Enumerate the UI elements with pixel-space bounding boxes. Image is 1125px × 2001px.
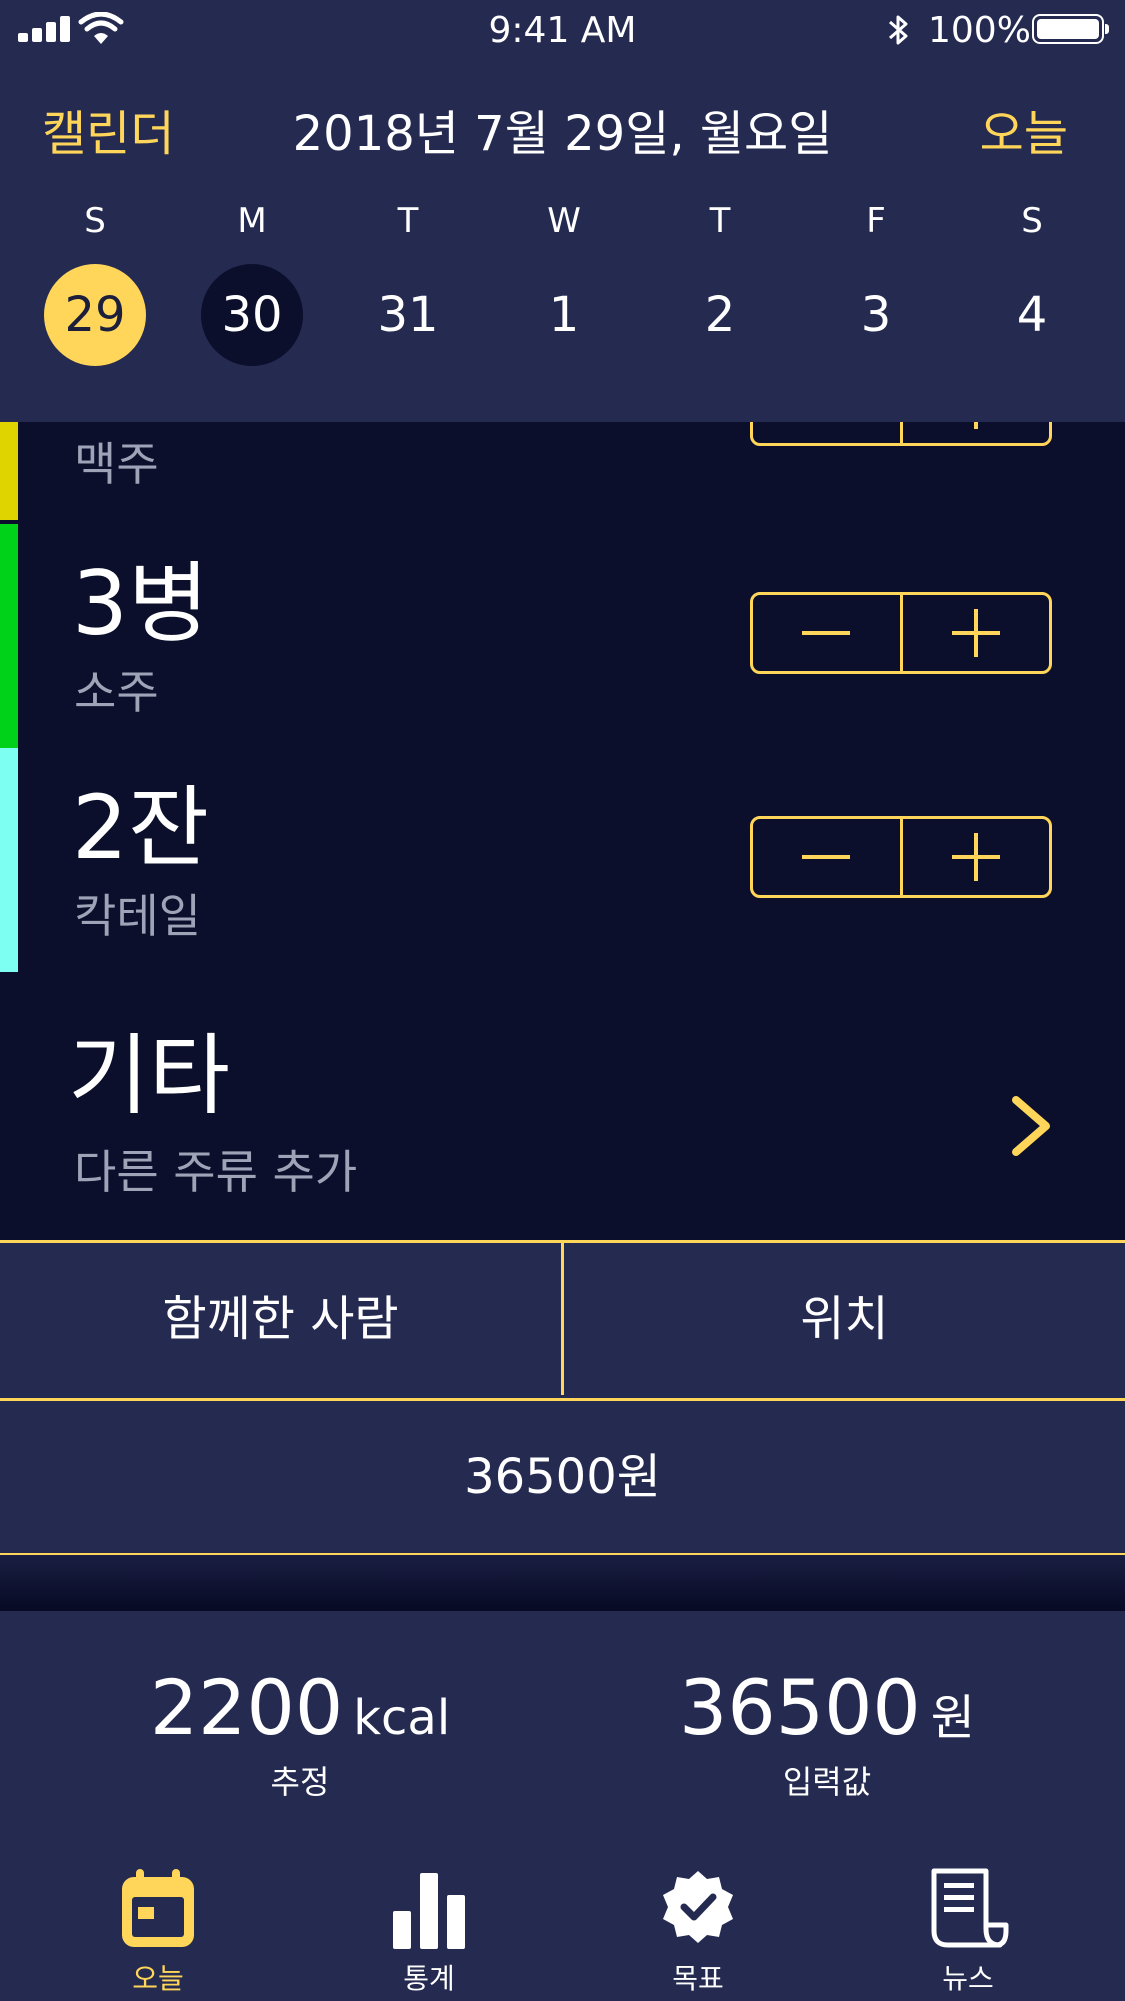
day-number[interactable]: 1 bbox=[513, 264, 615, 366]
cost-unit: 원 bbox=[930, 1690, 975, 1746]
kcal-caption: 추정 bbox=[270, 1763, 330, 1801]
minus-icon bbox=[802, 833, 851, 881]
quantity-stepper bbox=[750, 816, 1052, 898]
decrement-button[interactable] bbox=[753, 595, 900, 671]
drink-color-bar bbox=[0, 748, 18, 972]
quantity-stepper bbox=[750, 592, 1052, 674]
action-panel: 함께한 사람 위치 36500원 bbox=[0, 1240, 1125, 1556]
tab-label: 오늘 bbox=[132, 1962, 184, 1995]
header: 9:41 AM 100% 캘린더 2018년 7월 29일, 월요일 오늘 S … bbox=[0, 0, 1125, 422]
day-number-today[interactable]: 29 bbox=[44, 264, 146, 366]
page-title: 2018년 7월 29일, 월요일 bbox=[292, 106, 833, 162]
increment-button[interactable] bbox=[899, 819, 1050, 895]
week-day-1[interactable]: M 30 bbox=[197, 196, 307, 366]
drink-list: 1병 맥주 3병 소주 2잔 칵테일 기타 bbox=[0, 422, 1125, 1240]
day-number-selected[interactable]: 30 bbox=[201, 264, 303, 366]
drink-row-soju: 3병 소주 bbox=[0, 524, 1125, 748]
drink-row-cocktail: 2잔 칵테일 bbox=[0, 748, 1125, 972]
week-day-0[interactable]: S 29 bbox=[40, 196, 150, 366]
other-title: 기타 bbox=[68, 1024, 230, 1127]
chevron-right-icon bbox=[1012, 1096, 1050, 1156]
quantity-stepper bbox=[750, 422, 1052, 446]
week-day-3[interactable]: W 1 bbox=[509, 196, 619, 366]
drink-quantity: 1병 bbox=[72, 422, 209, 426]
bluetooth-icon bbox=[889, 15, 908, 45]
plus-icon bbox=[952, 422, 1000, 429]
badge-check-icon bbox=[663, 1871, 733, 1943]
tab-label: 목표 bbox=[672, 1962, 724, 1995]
plus-icon bbox=[951, 609, 1000, 657]
week-day-5[interactable]: F 3 bbox=[821, 196, 931, 366]
drink-name: 소주 bbox=[74, 665, 159, 719]
companions-button[interactable]: 함께한 사람 bbox=[0, 1243, 564, 1395]
battery-icon bbox=[1032, 14, 1109, 44]
drink-row-beer: 1병 맥주 bbox=[0, 422, 1125, 520]
bar-chart-icon bbox=[393, 1873, 465, 1949]
nav-bar: 캘린더 2018년 7월 29일, 월요일 오늘 bbox=[0, 90, 1125, 162]
newspaper-icon bbox=[931, 1868, 1009, 1948]
drink-name: 칵테일 bbox=[74, 889, 201, 943]
decrement-button[interactable] bbox=[753, 422, 900, 443]
divider bbox=[0, 1555, 1125, 1611]
today-button[interactable]: 오늘 bbox=[980, 94, 1068, 164]
drink-quantity: 2잔 bbox=[72, 776, 209, 879]
drink-name: 맥주 bbox=[74, 437, 159, 491]
location-button[interactable]: 위치 bbox=[564, 1243, 1125, 1395]
weekday-label: W bbox=[547, 201, 581, 241]
tab-goals[interactable]: 목표 bbox=[598, 1867, 798, 1997]
calendar-icon bbox=[122, 1869, 194, 1947]
increment-button[interactable] bbox=[899, 595, 1050, 671]
week-day-4[interactable]: T 2 bbox=[665, 196, 775, 366]
price-button[interactable]: 36500원 bbox=[0, 1398, 1125, 1556]
day-number[interactable]: 31 bbox=[357, 264, 459, 366]
drink-color-bar bbox=[0, 422, 18, 520]
tab-news[interactable]: 뉴스 bbox=[868, 1867, 1068, 1997]
decrement-button[interactable] bbox=[753, 819, 900, 895]
day-number[interactable]: 4 bbox=[981, 264, 1083, 366]
kcal-stat: 2200 kcal 추정 bbox=[40, 1663, 560, 1803]
day-number[interactable]: 2 bbox=[669, 264, 771, 366]
cost-stat: 36500 원 입력값 bbox=[567, 1663, 1087, 1803]
cost-caption: 입력값 bbox=[782, 1763, 872, 1801]
tab-stats[interactable]: 통계 bbox=[329, 1867, 529, 1997]
weekday-label: T bbox=[397, 201, 419, 241]
kcal-value: 2200 bbox=[149, 1663, 344, 1752]
tab-label: 뉴스 bbox=[942, 1962, 994, 1995]
status-bar: 9:41 AM 100% bbox=[0, 0, 1125, 60]
tab-today[interactable]: 오늘 bbox=[58, 1867, 258, 1997]
weekday-label: M bbox=[237, 201, 267, 241]
weekday-label: S bbox=[1021, 201, 1043, 241]
day-number[interactable]: 3 bbox=[825, 264, 927, 366]
weekday-label: S bbox=[84, 201, 106, 241]
minus-icon bbox=[802, 609, 851, 657]
week-day-2[interactable]: T 31 bbox=[353, 196, 463, 366]
tab-label: 통계 bbox=[403, 1962, 455, 1995]
weekday-label: T bbox=[709, 201, 731, 241]
drink-quantity: 3병 bbox=[72, 552, 209, 655]
add-other-drink-row[interactable]: 기타 다른 주류 추가 bbox=[0, 998, 1125, 1236]
drink-color-bar bbox=[0, 524, 18, 748]
week-day-6[interactable]: S 4 bbox=[977, 196, 1087, 366]
increment-button[interactable] bbox=[899, 422, 1050, 443]
plus-icon bbox=[951, 833, 1000, 881]
kcal-unit: kcal bbox=[353, 1690, 451, 1746]
screen: 9:41 AM 100% 캘린더 2018년 7월 29일, 월요일 오늘 S … bbox=[0, 0, 1125, 2001]
battery-percent: 100% bbox=[928, 10, 1031, 51]
cost-value: 36500 bbox=[679, 1663, 921, 1752]
tab-bar: 오늘 통계 목표 뉴스 bbox=[0, 1851, 1125, 2001]
minus-icon bbox=[802, 422, 850, 429]
weekday-label: F bbox=[866, 201, 886, 241]
other-subtitle: 다른 주류 추가 bbox=[74, 1145, 358, 1199]
